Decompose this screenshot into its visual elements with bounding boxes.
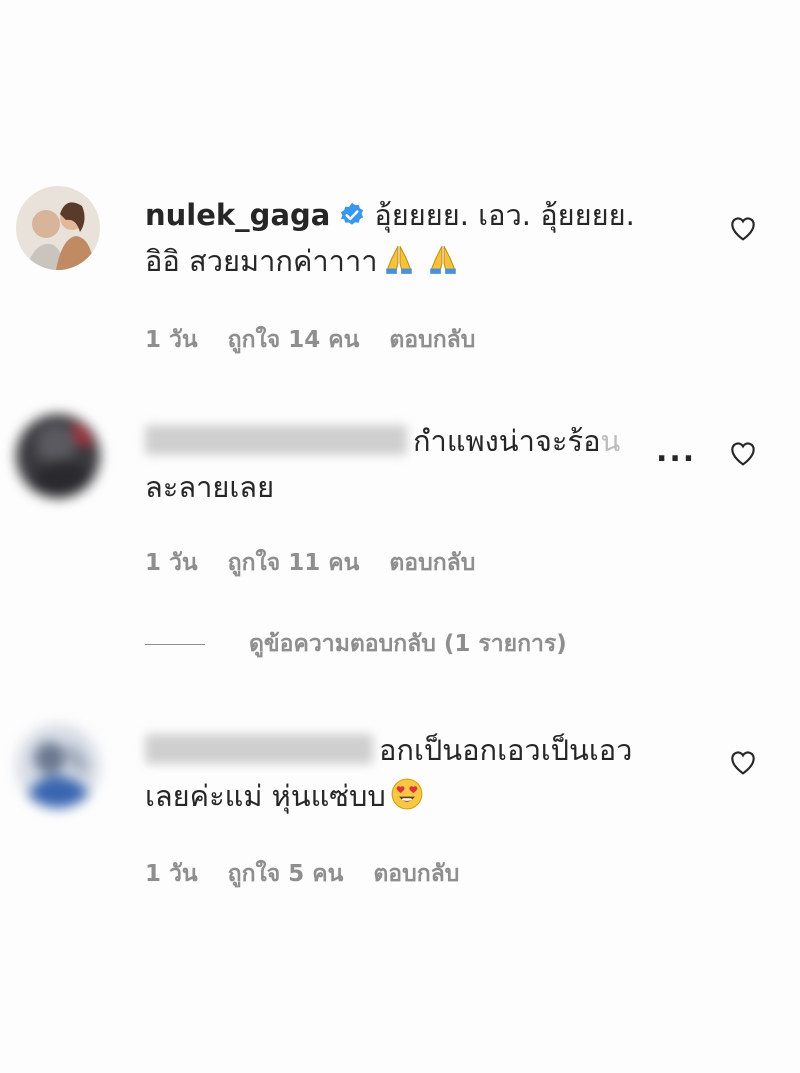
timestamp: 1 วัน (145, 861, 198, 887)
avatar[interactable] (16, 724, 100, 808)
divider-line (145, 643, 205, 645)
comment-meta: 1 วัน ถูกใจ 14 คน ตอบกลับ (145, 322, 505, 358)
like-heart-icon[interactable] (727, 437, 759, 469)
avatar[interactable] (16, 414, 100, 498)
reply-button[interactable]: ตอบกลับ (373, 861, 459, 887)
folded-hands-icon (385, 246, 412, 274)
comment-body: อกเป็นอกเอวเป็นเอว เลยค่ะแม่ หุ่นแซ่บบ (145, 727, 705, 819)
likes-count[interactable]: ถูกใจ 5 คน (228, 861, 344, 887)
comment-meta: 1 วัน ถูกใจ 5 คน ตอบกลับ (145, 856, 489, 892)
likes-count[interactable]: ถูกใจ 14 คน (228, 327, 360, 353)
folded-hands-icon (429, 246, 456, 274)
view-replies-button[interactable]: ดูข้อความตอบกลับ (1 รายการ) (145, 626, 567, 662)
timestamp: 1 วัน (145, 550, 198, 576)
reply-button[interactable]: ตอบกลับ (389, 327, 475, 353)
like-heart-icon[interactable] (727, 746, 759, 778)
comment-text-line1: อุ้ยยยย. เอว. อุ้ยยยย. (374, 198, 635, 232)
like-heart-icon[interactable] (727, 212, 759, 244)
username-blurred[interactable] (145, 734, 373, 764)
comment-text-line2: ละลายเลย (145, 470, 275, 504)
comment-body: กำแพงน่าจะร้อน ละลายเลย (145, 418, 745, 510)
avatar-image (16, 414, 100, 498)
comment-text-line1: อกเป็นอกเอวเป็นเอว (379, 733, 633, 767)
avatar-image (16, 724, 100, 808)
view-replies-label: ดูข้อความตอบกลับ (1 รายการ) (249, 631, 567, 657)
comment-meta: 1 วัน ถูกใจ 11 คน ตอบกลับ (145, 545, 505, 581)
more-text-button[interactable]: ... (656, 434, 696, 469)
reply-button[interactable]: ตอบกลับ (389, 550, 475, 576)
comment-text-line2: อิอิ สวยมากค่าาาา (145, 244, 378, 278)
comment-body: nulek_gaga อุ้ยยยย. เอว. อุ้ยยยย. อิอิ ส… (145, 192, 705, 284)
comment-text-line2: เลยค่ะแม่ หุ่นแซ่บบ (145, 779, 386, 813)
likes-count[interactable]: ถูกใจ 11 คน (228, 550, 360, 576)
heart-eyes-icon (391, 778, 423, 810)
avatar-image (16, 186, 100, 270)
verified-badge-icon (341, 202, 364, 225)
timestamp: 1 วัน (145, 327, 198, 353)
username[interactable]: nulek_gaga (145, 198, 330, 232)
comment-text-line1: กำแพงน่าจะร้อ (413, 424, 601, 458)
username-blurred[interactable] (145, 425, 407, 455)
avatar[interactable] (16, 186, 100, 270)
comment-text-faded: น (600, 424, 621, 458)
